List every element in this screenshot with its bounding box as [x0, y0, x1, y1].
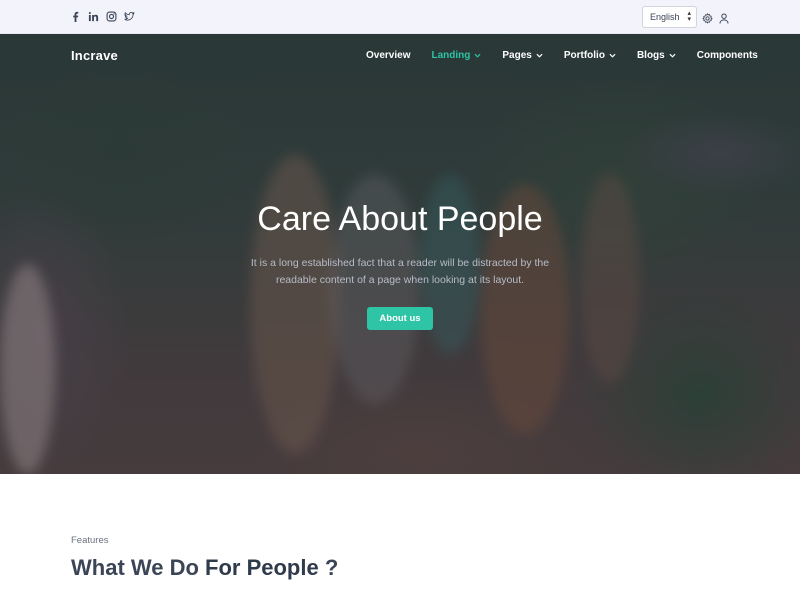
language-select-value: English [650, 12, 680, 22]
gear-icon[interactable] [702, 11, 713, 24]
twitter-icon[interactable] [124, 10, 135, 23]
hero-subtitle: It is a long established fact that a rea… [250, 257, 550, 286]
section-title-end: ? [318, 555, 339, 580]
nav-item-components[interactable]: Components [697, 50, 758, 61]
chevron-down-icon [669, 53, 676, 58]
facebook-icon[interactable] [70, 10, 81, 23]
linkedin-icon[interactable] [88, 10, 99, 23]
nav-item-portfolio[interactable]: Portfolio [564, 50, 616, 61]
nav-item-blogs[interactable]: Blogs [637, 50, 676, 61]
instagram-icon[interactable] [106, 10, 117, 23]
nav-item-label: Landing [431, 50, 471, 61]
nav-item-label: Blogs [636, 50, 665, 61]
hero-section: Incrave Overview Landing Pages Portfolio… [0, 34, 800, 474]
section-label: Features [71, 535, 109, 546]
brand-logo[interactable]: Incrave [71, 48, 118, 63]
select-caret-icon: ▴ ▾ [687, 10, 691, 23]
section-title-bold: For People [205, 555, 319, 580]
section-title-regular: What We Do [71, 555, 206, 580]
language-select[interactable]: English ▴ ▾ [642, 6, 697, 28]
social-links [70, 10, 135, 23]
hero-title: Care About People [257, 200, 543, 238]
hero-overlay [0, 34, 800, 474]
section-title: What We Do For People ? [71, 555, 338, 581]
nav-item-landing[interactable]: Landing [431, 50, 481, 61]
about-us-button[interactable]: About us [367, 307, 433, 330]
nav-item-label: Overview [366, 50, 411, 61]
nav-item-label: Pages [502, 50, 532, 61]
nav-item-label: Components [696, 50, 758, 61]
chevron-down-icon [474, 53, 481, 58]
top-bar: English ▴ ▾ [0, 0, 800, 34]
nav-item-label: Portfolio [563, 50, 605, 61]
nav-item-pages[interactable]: Pages [502, 50, 543, 61]
nav-item-overview[interactable]: Overview [366, 50, 410, 61]
chevron-down-icon [609, 53, 616, 58]
user-icon[interactable] [719, 11, 729, 24]
chevron-down-icon [536, 53, 543, 58]
main-nav: Overview Landing Pages Portfolio Blogs C… [366, 50, 758, 61]
